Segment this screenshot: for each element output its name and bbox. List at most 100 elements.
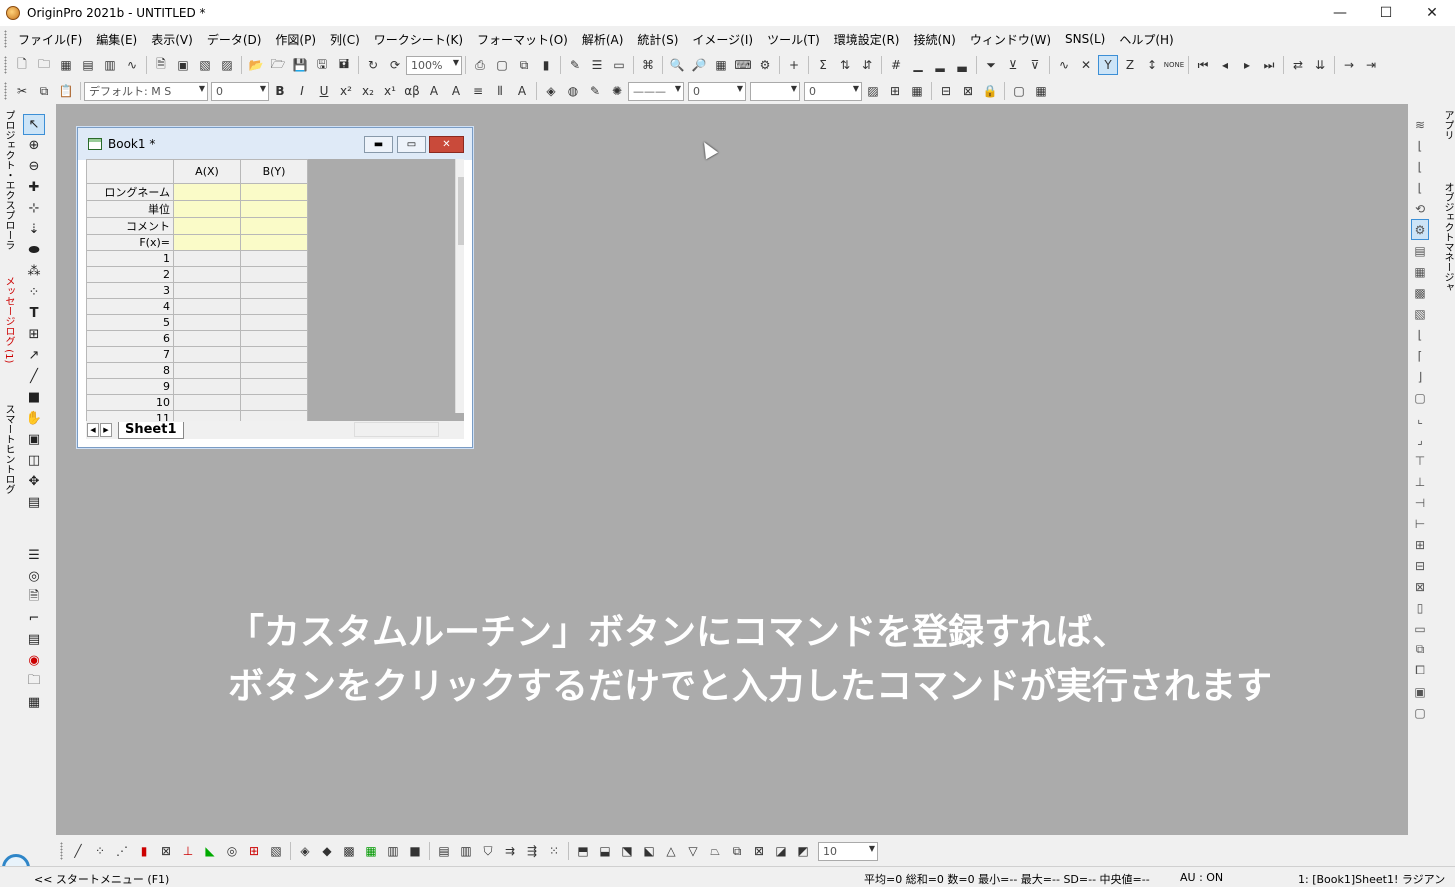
layer-icon[interactable]: ≋: [1411, 114, 1429, 135]
menu-window[interactable]: ウィンドウ(W): [963, 31, 1058, 48]
shape-2-icon[interactable]: ▽: [683, 841, 703, 861]
shield-icon[interactable]: ⛉: [478, 841, 498, 861]
axis-3-icon[interactable]: ⌊: [1411, 177, 1429, 198]
menu-worksheet[interactable]: ワークシート(K): [367, 31, 470, 48]
add-inset-2-icon[interactable]: ⌟: [1411, 429, 1429, 450]
cell[interactable]: [173, 183, 241, 201]
origin-app-icon[interactable]: [6, 6, 20, 20]
pattern-combo[interactable]: ▼: [750, 81, 800, 101]
command-window-icon[interactable]: ▭: [609, 55, 629, 75]
move-end-icon[interactable]: ⇥: [1361, 55, 1381, 75]
paste-icon[interactable]: 📋: [56, 81, 76, 101]
cell[interactable]: [240, 200, 308, 218]
workbook-maximize-button[interactable]: ▭: [397, 136, 426, 153]
shape-4-icon[interactable]: ⧉: [727, 841, 747, 861]
layer-manager-icon[interactable]: ⚙: [1411, 219, 1429, 240]
rotate-icon[interactable]: ⟲: [1411, 198, 1429, 219]
recalc-auto-icon[interactable]: ⟳: [385, 55, 405, 75]
row-header[interactable]: コメント: [86, 217, 174, 235]
menu-social[interactable]: SNS(L): [1058, 32, 1112, 46]
frame-icon[interactable]: ▢: [1009, 81, 1029, 101]
save-template-icon[interactable]: 🖫: [312, 55, 332, 75]
find-icon[interactable]: 🔎: [689, 55, 709, 75]
calculator-icon[interactable]: ▦: [711, 55, 731, 75]
cell[interactable]: [240, 266, 308, 283]
cell[interactable]: [173, 362, 241, 379]
workbook-close-button[interactable]: ✕: [429, 136, 464, 153]
sum-icon[interactable]: Σ: [813, 55, 833, 75]
stack-icon[interactable]: ▤: [23, 492, 45, 513]
screen-reader-icon[interactable]: ✚: [23, 177, 45, 198]
heatmap-icon[interactable]: ▦: [361, 841, 381, 861]
sheet-tab[interactable]: Sheet1: [118, 421, 184, 439]
hand-icon[interactable]: ✋: [23, 408, 45, 429]
arrow-tool-icon[interactable]: ↗: [23, 345, 45, 366]
number-icon[interactable]: #: [886, 55, 906, 75]
print-icon[interactable]: ⎙: [470, 55, 490, 75]
prev-icon[interactable]: ◂: [1215, 55, 1235, 75]
align-top-icon[interactable]: ⊤: [1411, 450, 1429, 471]
new-layout-icon[interactable]: ▣: [173, 55, 193, 75]
last-icon[interactable]: ⏭: [1259, 55, 1279, 75]
menu-plot[interactable]: 作図(P): [268, 31, 323, 48]
pulse-icon[interactable]: ∿: [1054, 55, 1074, 75]
search-icon[interactable]: 🔍: [667, 55, 687, 75]
sort-down-icon[interactable]: ⇵: [857, 55, 877, 75]
row-header[interactable]: 1: [86, 250, 174, 267]
font-size-combo[interactable]: 0 ▼: [211, 81, 269, 101]
columns-icon[interactable]: ⦀: [490, 81, 510, 101]
3d-plot-icon[interactable]: ◈: [295, 841, 315, 861]
mask-icon[interactable]: ⬬: [23, 240, 45, 261]
recalculate-icon[interactable]: ↻: [363, 55, 383, 75]
cell[interactable]: [240, 410, 308, 421]
cut-icon[interactable]: ✂: [12, 81, 32, 101]
back-icon[interactable]: ▢: [1411, 702, 1429, 723]
first-icon[interactable]: ⏮: [1193, 55, 1213, 75]
cell[interactable]: [173, 410, 241, 421]
menu-connectivity[interactable]: 接続(N): [906, 31, 962, 48]
cell[interactable]: [240, 346, 308, 363]
ungroup-icon[interactable]: ⧠: [1411, 660, 1429, 681]
move-right-icon[interactable]: →: [1339, 55, 1359, 75]
next-icon[interactable]: ▸: [1237, 55, 1257, 75]
script-window-icon[interactable]: ⌨: [733, 55, 753, 75]
vector-plot-icon[interactable]: ⇉: [500, 841, 520, 861]
axis-2-icon[interactable]: ⌊: [1411, 156, 1429, 177]
same-height-icon[interactable]: ▭: [1411, 618, 1429, 639]
shape-1-icon[interactable]: △: [661, 841, 681, 861]
add-inset-icon[interactable]: ⌞: [1411, 408, 1429, 429]
line-style-combo[interactable]: ——— ▼: [628, 81, 684, 101]
menu-analysis[interactable]: 解析(A): [575, 31, 631, 48]
vertical-scrollbar[interactable]: [455, 159, 464, 413]
cursor-icon[interactable]: ⇣: [23, 219, 45, 240]
set-none-icon[interactable]: NONE: [1164, 55, 1184, 75]
workbook-titlebar[interactable]: Book1 * ▬ ▭ ✕: [78, 128, 472, 160]
target-icon[interactable]: ◎: [23, 566, 45, 587]
area-plot-icon[interactable]: ◣: [200, 841, 220, 861]
pattern-value-combo[interactable]: 0 ▼: [804, 81, 862, 101]
merge-graph-icon[interactable]: ▤: [1411, 240, 1429, 261]
shape-6-icon[interactable]: ◪: [771, 841, 791, 861]
greek-icon[interactable]: αβ: [402, 81, 422, 101]
status-auto-update[interactable]: AU : ON: [1180, 871, 1223, 884]
menu-column[interactable]: 列(C): [323, 31, 367, 48]
filter-options-icon[interactable]: ⊽: [1025, 55, 1045, 75]
column-header-a[interactable]: A(X): [173, 159, 241, 184]
row-header[interactable]: ロングネーム: [86, 183, 174, 201]
split-icon[interactable]: ⊠: [958, 81, 978, 101]
new-matrix2-icon[interactable]: ▨: [217, 55, 237, 75]
row-header[interactable]: 9: [86, 378, 174, 395]
bold-icon[interactable]: B: [270, 81, 290, 101]
new-excel-icon[interactable]: ▧: [195, 55, 215, 75]
shape-7-icon[interactable]: ◩: [793, 841, 813, 861]
add-right-y-icon[interactable]: ⌋: [1411, 366, 1429, 387]
template-icon[interactable]: ▧: [266, 841, 286, 861]
3d-surface-icon[interactable]: ◆: [317, 841, 337, 861]
workbook-minimize-button[interactable]: ▬: [364, 136, 393, 153]
new-matrix-icon[interactable]: ▥: [100, 55, 120, 75]
gray-box-icon[interactable]: ■: [405, 841, 425, 861]
workbook-window[interactable]: Book1 * ▬ ▭ ✕ A(X) B(Y) ロングネーム 単位 コメント F…: [77, 127, 473, 448]
subscript-icon[interactable]: x₂: [358, 81, 378, 101]
group-icon[interactable]: ⧉: [1411, 639, 1429, 660]
mask-2-icon[interactable]: ⬓: [595, 841, 615, 861]
